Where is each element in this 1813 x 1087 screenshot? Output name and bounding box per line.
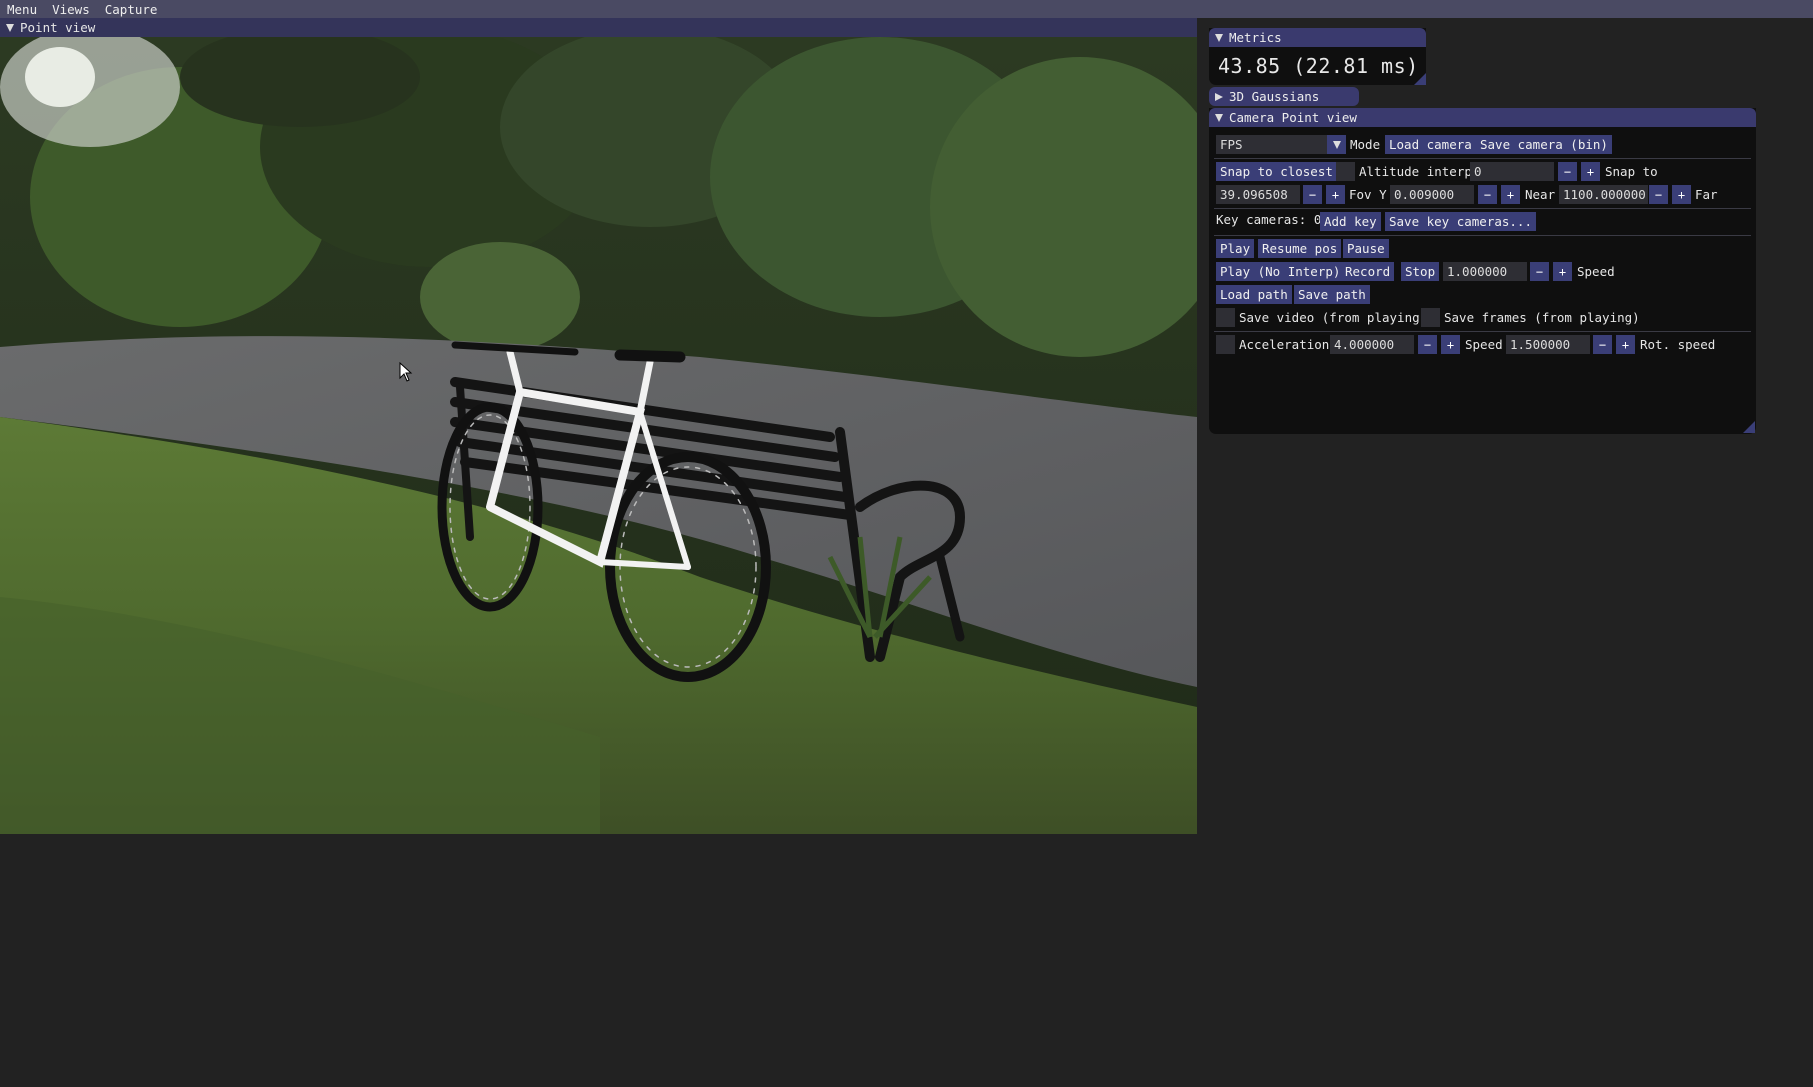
fov-increment-button[interactable]: +: [1326, 185, 1345, 204]
fov-y-label: Fov Y: [1349, 187, 1387, 202]
save-frames-label: Save frames (from playing): [1444, 310, 1640, 325]
resize-grip-icon[interactable]: [1414, 73, 1426, 85]
rot-speed-label: Rot. speed: [1640, 337, 1716, 352]
near-input[interactable]: 0.009000: [1390, 185, 1474, 204]
near-decrement-button[interactable]: −: [1478, 185, 1497, 204]
chevron-down-icon: [1332, 140, 1341, 149]
save-frames-checkbox[interactable]: [1421, 308, 1440, 327]
add-key-button[interactable]: Add key: [1320, 212, 1381, 231]
far-input[interactable]: 1100.000000: [1559, 185, 1648, 204]
save-key-cameras-button[interactable]: Save key cameras...: [1385, 212, 1536, 231]
speed-decrement-button[interactable]: −: [1530, 262, 1549, 281]
camera-title: Camera Point view: [1229, 110, 1357, 125]
separator: [1214, 235, 1751, 236]
scene-render: [0, 37, 1197, 834]
move-speed-label: Speed: [1465, 337, 1503, 352]
mode-dropdown-arrow[interactable]: [1327, 135, 1346, 154]
snap-to-label: Snap to: [1605, 164, 1658, 179]
play-no-interp-button[interactable]: Play (No Interp): [1216, 262, 1345, 281]
mode-select-value: FPS: [1220, 137, 1243, 152]
save-path-button[interactable]: Save path: [1294, 285, 1370, 304]
acceleration-decrement-button[interactable]: −: [1418, 335, 1437, 354]
fov-y-input[interactable]: 39.096508: [1216, 185, 1300, 204]
play-button[interactable]: Play: [1216, 239, 1255, 258]
collapse-arrow-icon[interactable]: [6, 23, 14, 32]
key-cameras-label: Key cameras: 0: [1216, 212, 1322, 227]
metrics-title: Metrics: [1229, 30, 1282, 45]
rot-speed-input[interactable]: 1.500000: [1506, 335, 1590, 354]
near-increment-button[interactable]: +: [1501, 185, 1520, 204]
speed-label: Speed: [1577, 264, 1615, 279]
mouse-cursor-icon: [399, 362, 413, 382]
gaussians-title: 3D Gaussians: [1229, 89, 1320, 104]
camera-title-bar[interactable]: Camera Point view: [1209, 108, 1756, 127]
acceleration-increment-button[interactable]: +: [1441, 335, 1460, 354]
gaussians-title-bar[interactable]: 3D Gaussians: [1209, 87, 1359, 106]
resize-grip-icon[interactable]: [1743, 421, 1755, 433]
resume-pos-button[interactable]: Resume pos: [1258, 239, 1342, 258]
separator: [1214, 331, 1751, 332]
metrics-title-bar[interactable]: Metrics: [1209, 28, 1426, 47]
fov-decrement-button[interactable]: −: [1303, 185, 1322, 204]
menu-item-menu[interactable]: Menu: [0, 2, 45, 17]
load-path-button[interactable]: Load path: [1216, 285, 1292, 304]
collapse-arrow-icon[interactable]: [1215, 33, 1223, 42]
collapse-arrow-icon[interactable]: [1215, 113, 1223, 122]
rot-speed-increment-button[interactable]: +: [1616, 335, 1635, 354]
record-button[interactable]: Record: [1341, 262, 1395, 281]
point-view-viewport[interactable]: [0, 37, 1197, 834]
point-view-title: Point view: [20, 20, 96, 35]
fps-readout: 43.85 (22.81 ms): [1218, 54, 1419, 78]
altitude-decrement-button[interactable]: −: [1558, 162, 1577, 181]
stop-button[interactable]: Stop: [1401, 262, 1440, 281]
acceleration-input[interactable]: 4.000000: [1330, 335, 1414, 354]
far-label: Far: [1695, 187, 1718, 202]
altitude-input[interactable]: 0: [1470, 162, 1554, 181]
snap-to-closest-button[interactable]: Snap to closest: [1216, 162, 1337, 181]
altitude-interp-checkbox[interactable]: [1336, 162, 1355, 181]
acceleration-label: Acceleration: [1239, 337, 1330, 352]
menu-item-views[interactable]: Views: [45, 2, 98, 17]
save-video-checkbox[interactable]: [1216, 308, 1235, 327]
mode-label: Mode: [1350, 137, 1381, 152]
separator: [1214, 158, 1751, 159]
altitude-interp-label: Altitude interp: [1359, 164, 1472, 179]
speed-increment-button[interactable]: +: [1553, 262, 1572, 281]
acceleration-checkbox[interactable]: [1216, 335, 1235, 354]
far-increment-button[interactable]: +: [1672, 185, 1691, 204]
expand-arrow-icon[interactable]: [1215, 92, 1223, 101]
altitude-increment-button[interactable]: +: [1581, 162, 1600, 181]
menu-bar: Menu Views Capture: [0, 0, 1813, 18]
save-camera-button[interactable]: Save camera (bin): [1476, 135, 1612, 154]
menu-item-capture[interactable]: Capture: [98, 2, 166, 17]
rot-speed-decrement-button[interactable]: −: [1593, 335, 1612, 354]
save-video-label: Save video (from playing): [1239, 310, 1428, 325]
speed-input[interactable]: 1.000000: [1443, 262, 1527, 281]
pause-button[interactable]: Pause: [1343, 239, 1389, 258]
separator: [1214, 208, 1751, 209]
point-view-title-bar[interactable]: Point view: [0, 18, 1197, 37]
load-camera-button[interactable]: Load camera: [1385, 135, 1476, 154]
near-label: Near: [1525, 187, 1556, 202]
far-decrement-button[interactable]: −: [1649, 185, 1668, 204]
